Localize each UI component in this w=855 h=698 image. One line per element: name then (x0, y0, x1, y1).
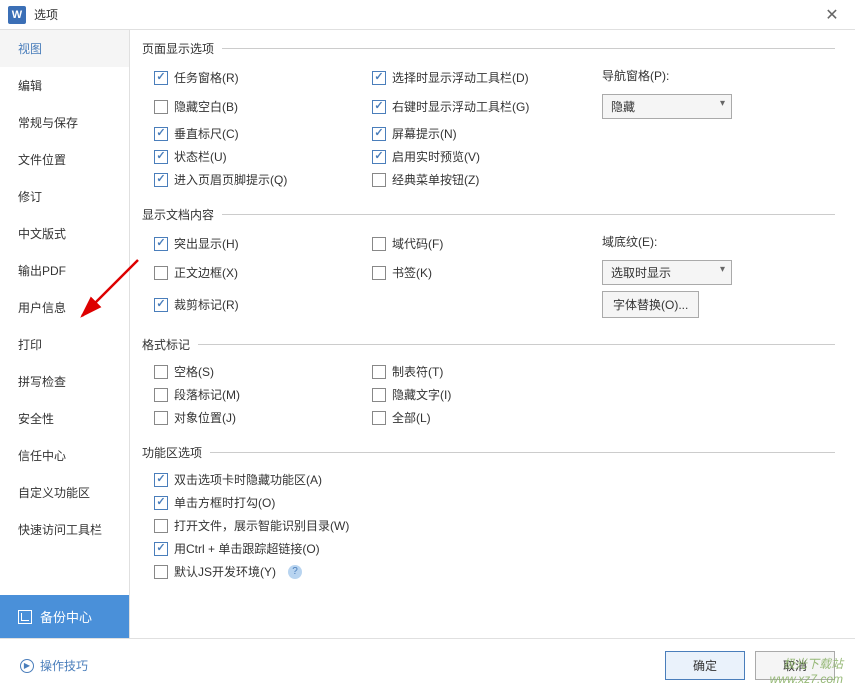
font-substitution-button[interactable]: 字体替换(O)... (602, 291, 699, 318)
close-button[interactable]: ✕ (817, 0, 847, 30)
check-icon (154, 127, 168, 141)
main: 视图 编辑 常规与保存 文件位置 修订 中文版式 输出PDF 用户信息 打印 拼… (0, 30, 855, 638)
section-format-marks: 格式标记 空格(S) 制表符(T) 段落标记(M) 隐藏文字(I) 对象位置(J… (142, 336, 835, 432)
checkbox-float-toolbar-select[interactable]: 选择时显示浮动工具栏(D) (372, 69, 529, 86)
tips-label: 操作技巧 (40, 657, 88, 674)
checkbox-highlight[interactable]: 突出显示(H) (154, 235, 239, 252)
backup-center-button[interactable]: 备份中心 (0, 595, 129, 638)
field-shading-label: 域底纹(E): (602, 233, 657, 250)
checkbox-header-footer-hint[interactable]: 进入页眉页脚提示(Q) (154, 171, 287, 188)
backup-center-label: 备份中心 (40, 607, 92, 626)
check-icon (372, 388, 386, 402)
check-icon (154, 496, 168, 510)
checkbox-screentips[interactable]: 屏幕提示(N) (372, 125, 457, 142)
sidebar-item-revision[interactable]: 修订 (0, 178, 129, 215)
check-icon (154, 565, 168, 579)
check-icon (154, 519, 168, 533)
ok-button[interactable]: 确定 (665, 651, 745, 680)
check-icon (154, 298, 168, 312)
checkbox-vertical-ruler[interactable]: 垂直标尺(C) (154, 125, 239, 142)
sidebar-item-spellcheck[interactable]: 拼写检查 (0, 363, 129, 400)
check-icon (372, 150, 386, 164)
tips-link[interactable]: ▶ 操作技巧 (20, 657, 88, 674)
check-icon (372, 365, 386, 379)
checkbox-open-smart-toc[interactable]: 打开文件，展示智能识别目录(W) (154, 517, 349, 534)
check-icon (154, 542, 168, 556)
checkbox-click-box-check[interactable]: 单击方框时打勾(O) (154, 494, 275, 511)
sidebar-item-customize-ribbon[interactable]: 自定义功能区 (0, 474, 129, 511)
sidebar: 视图 编辑 常规与保存 文件位置 修订 中文版式 输出PDF 用户信息 打印 拼… (0, 30, 130, 638)
section-ribbon-options: 功能区选项 双击选项卡时隐藏功能区(A) 单击方框时打勾(O) 打开文件，展示智… (142, 444, 835, 586)
sidebar-item-print[interactable]: 打印 (0, 326, 129, 363)
sidebar-item-trust-center[interactable]: 信任中心 (0, 437, 129, 474)
checkbox-field-codes[interactable]: 域代码(F) (372, 235, 443, 252)
section-page-display: 页面显示选项 任务窗格(R) 选择时显示浮动工具栏(D) 导航窗格(P): 隐藏… (142, 40, 835, 194)
checkbox-dblclick-hide-ribbon[interactable]: 双击选项卡时隐藏功能区(A) (154, 471, 322, 488)
sidebar-item-general-save[interactable]: 常规与保存 (0, 104, 129, 141)
checkbox-object-anchors[interactable]: 对象位置(J) (154, 409, 236, 426)
checkbox-text-border[interactable]: 正文边框(X) (154, 264, 238, 281)
checkbox-all[interactable]: 全部(L) (372, 409, 431, 426)
window-title: 选项 (34, 6, 817, 23)
sidebar-item-file-location[interactable]: 文件位置 (0, 141, 129, 178)
cancel-button[interactable]: 取消 (755, 651, 835, 680)
sidebar-item-security[interactable]: 安全性 (0, 400, 129, 437)
check-icon (154, 173, 168, 187)
check-icon (372, 237, 386, 251)
app-icon: W (8, 6, 26, 24)
footer: ▶ 操作技巧 确定 取消 极光下载站 www.xz7.com (0, 638, 855, 692)
check-icon (154, 388, 168, 402)
checkbox-status-bar[interactable]: 状态栏(U) (154, 148, 227, 165)
checkbox-crop-marks[interactable]: 裁剪标记(R) (154, 296, 239, 313)
section-legend: 功能区选项 (142, 444, 210, 461)
check-icon (154, 150, 168, 164)
checkbox-classic-menu[interactable]: 经典菜单按钮(Z) (372, 171, 479, 188)
sidebar-item-edit[interactable]: 编辑 (0, 67, 129, 104)
check-icon (154, 100, 168, 114)
check-icon (372, 266, 386, 280)
content-panel: 页面显示选项 任务窗格(R) 选择时显示浮动工具栏(D) 导航窗格(P): 隐藏… (130, 30, 855, 638)
check-icon (154, 411, 168, 425)
checkbox-default-js-env[interactable]: 默认JS开发环境(Y)? (154, 563, 302, 580)
sidebar-item-chinese-layout[interactable]: 中文版式 (0, 215, 129, 252)
check-icon (154, 473, 168, 487)
tips-icon: ▶ (20, 659, 34, 673)
checkbox-live-preview[interactable]: 启用实时预览(V) (372, 148, 480, 165)
help-icon[interactable]: ? (288, 565, 302, 579)
checkbox-task-pane[interactable]: 任务窗格(R) (154, 69, 239, 86)
checkbox-tabs[interactable]: 制表符(T) (372, 363, 443, 380)
field-shading-dropdown[interactable]: 选取时显示 (602, 260, 732, 285)
check-icon (154, 365, 168, 379)
checkbox-float-toolbar-rightclick[interactable]: 右键时显示浮动工具栏(G) (372, 98, 529, 115)
checkbox-spaces[interactable]: 空格(S) (154, 363, 214, 380)
check-icon (372, 71, 386, 85)
sidebar-item-output-pdf[interactable]: 输出PDF (0, 252, 129, 289)
checkbox-bookmark[interactable]: 书签(K) (372, 264, 432, 281)
check-icon (154, 237, 168, 251)
checkbox-hide-blank[interactable]: 隐藏空白(B) (154, 98, 238, 115)
sidebar-items: 视图 编辑 常规与保存 文件位置 修订 中文版式 输出PDF 用户信息 打印 拼… (0, 30, 129, 595)
check-icon (372, 173, 386, 187)
check-icon (154, 266, 168, 280)
nav-pane-dropdown[interactable]: 隐藏 (602, 94, 732, 119)
section-legend: 格式标记 (142, 336, 198, 353)
titlebar: W 选项 ✕ (0, 0, 855, 30)
backup-icon (18, 610, 32, 624)
section-legend: 页面显示选项 (142, 40, 222, 57)
check-icon (372, 411, 386, 425)
sidebar-item-user-info[interactable]: 用户信息 (0, 289, 129, 326)
nav-pane-label: 导航窗格(P): (602, 67, 669, 84)
sidebar-item-view[interactable]: 视图 (0, 30, 129, 67)
check-icon (372, 127, 386, 141)
section-legend: 显示文档内容 (142, 206, 222, 223)
checkbox-paragraph-marks[interactable]: 段落标记(M) (154, 386, 240, 403)
sidebar-item-quick-access[interactable]: 快速访问工具栏 (0, 511, 129, 548)
check-icon (154, 71, 168, 85)
check-icon (372, 100, 386, 114)
checkbox-hidden-text[interactable]: 隐藏文字(I) (372, 386, 451, 403)
section-doc-content: 显示文档内容 突出显示(H) 域代码(F) 域底纹(E): 正文边框(X) 书签… (142, 206, 835, 324)
checkbox-ctrl-click-hyperlink[interactable]: 用Ctrl + 单击跟踪超链接(O) (154, 540, 320, 557)
